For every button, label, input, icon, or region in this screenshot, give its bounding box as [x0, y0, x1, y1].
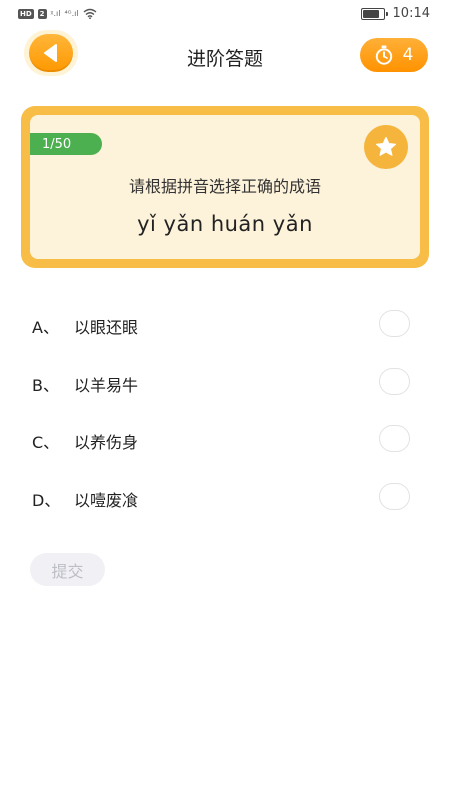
star-icon [376, 136, 396, 156]
status-bar: HD 2 ᵡ.ıl ⁴ᴳ.ıl 10:14 [0, 0, 450, 30]
option-b[interactable]: B、 以羊易牛 [0, 354, 450, 412]
option-radio[interactable] [379, 367, 410, 395]
option-radio[interactable] [379, 425, 410, 452]
battery-icon [360, 7, 388, 20]
option-text: 以眼还眼 [74, 318, 139, 337]
wifi-icon [83, 8, 97, 19]
stopwatch-icon [375, 45, 392, 65]
question-card: 1/50 请根据拼音选择正确的成语 yǐ yǎn huán yǎn [21, 106, 429, 268]
option-letter: C、 [32, 433, 60, 452]
option-text: 以噎废飡 [74, 490, 139, 510]
option-letter: A、 [32, 318, 59, 337]
status-time: 10:14 [392, 6, 430, 21]
question-progress-tag: 1/50 [30, 133, 102, 155]
submit-button[interactable]: 提交 [30, 553, 105, 586]
option-a[interactable]: A、 以眼还眼 [0, 296, 450, 354]
status-bar-right: 10:14 [360, 6, 430, 21]
timer-count: 4 [402, 45, 414, 65]
question-prompt: 请根据拼音选择正确的成语 [128, 177, 321, 196]
option-list: A、 以眼还眼 B、 以羊易牛 C、 以养伤身 D、 以噎废飡 [0, 296, 450, 526]
timer-pill[interactable]: 4 [360, 38, 428, 72]
option-radio[interactable] [379, 310, 410, 337]
sim-badge: 2 [37, 8, 47, 19]
option-text: 以羊易牛 [74, 375, 139, 395]
favorite-button[interactable] [364, 125, 408, 169]
option-letter: D、 [32, 490, 61, 510]
question-pinyin: yǐ yǎn huán yǎn [137, 212, 313, 236]
signal-icon: ᵡ.ıl [50, 9, 61, 18]
option-c[interactable]: C、 以养伤身 [0, 411, 450, 469]
question-card-inner: 1/50 请根据拼音选择正确的成语 yǐ yǎn huán yǎn [30, 115, 420, 259]
option-radio[interactable] [379, 482, 410, 510]
signal-4g-icon: ⁴ᴳ.ıl [64, 9, 79, 18]
status-bar-left: HD 2 ᵡ.ıl ⁴ᴳ.ıl [18, 8, 97, 19]
option-d[interactable]: D、 以噎废飡 [0, 469, 450, 527]
option-letter: B、 [32, 375, 59, 395]
hd-badge: HD [18, 8, 34, 19]
option-text: 以养伤身 [74, 433, 139, 452]
